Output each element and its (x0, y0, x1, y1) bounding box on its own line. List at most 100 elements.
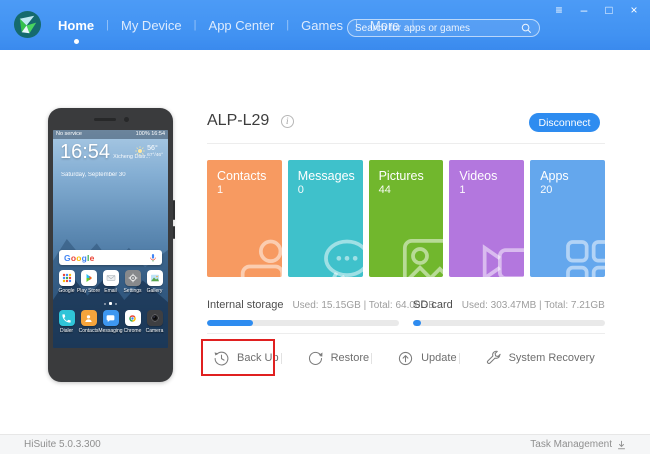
card-label: Videos (459, 169, 514, 183)
search-icon[interactable] (521, 23, 532, 34)
card-pictures[interactable]: Pictures 44 (369, 160, 444, 277)
google-search-bar[interactable]: Google (59, 250, 162, 265)
phone-speaker (94, 118, 116, 121)
card-label: Pictures (379, 169, 434, 183)
email-icon (105, 272, 117, 284)
search-box (347, 19, 540, 37)
phone-power-button (173, 226, 175, 239)
wrench-icon (485, 350, 502, 367)
internal-storage-fill (207, 320, 253, 326)
apps-card-icon (561, 235, 605, 277)
app-label: Contacts (79, 328, 99, 334)
app-label: Dialer (60, 328, 73, 334)
storage-label: Internal storage (207, 299, 283, 311)
data-category-cards: Contacts 1 Messages 0 Pictures 44 Videos… (207, 160, 605, 277)
app-contacts[interactable]: Contacts (78, 310, 99, 334)
action-bar: Back Up Restore Update System Recovery (207, 344, 605, 372)
nav-my-device[interactable]: My Device (119, 18, 184, 33)
restore-icon (307, 350, 324, 367)
phone-screen: No service 100% 16:54 16:54 Xicheng Dist… (53, 130, 168, 348)
action-label: Back Up (237, 352, 279, 364)
app-camera[interactable]: Camera (144, 310, 165, 334)
app-label: Camera (146, 328, 164, 334)
sd-card-bar (413, 320, 605, 326)
info-icon[interactable]: i (281, 115, 294, 128)
app-label: Messaging (98, 328, 122, 334)
app-chrome[interactable]: Chrome (122, 310, 143, 334)
phone-status-bar: No service 100% 16:54 (53, 130, 168, 139)
system-recovery-button[interactable]: System Recovery (485, 350, 595, 367)
app-label: Google (58, 288, 74, 294)
divider (207, 143, 605, 144)
sd-card-fill (413, 320, 421, 326)
card-count: 1 (217, 184, 272, 196)
restore-button[interactable]: Restore (307, 350, 370, 367)
mic-icon[interactable] (149, 253, 157, 263)
sd-card-storage: SD cardUsed: 303.47MB | Total: 7.21GB (413, 295, 605, 326)
sun-icon (135, 146, 145, 156)
maximize-button[interactable]: □ (603, 3, 615, 17)
app-email[interactable]: Email (100, 270, 121, 294)
window-controls: ≡ – □ × (553, 3, 640, 17)
storage-detail: Used: 303.47MB | Total: 7.21GB (462, 300, 605, 311)
app-google-folder[interactable]: Google (56, 270, 77, 294)
nav-app-center[interactable]: App Center (207, 18, 277, 33)
phone-time: 16:54 (60, 142, 110, 162)
phone-status-right: 100% 16:54 (136, 130, 165, 139)
divider (459, 353, 460, 364)
menu-icon[interactable]: ≡ (553, 3, 565, 17)
app-label: Chrome (124, 328, 142, 334)
app-label: Gallery (147, 288, 163, 294)
nav-separator: | (106, 19, 109, 31)
phone-weather-widget: 56° 67°/46° (135, 145, 163, 158)
hisuite-logo-icon[interactable] (13, 10, 42, 39)
task-management-label: Task Management (530, 439, 612, 450)
nav-games[interactable]: Games (299, 18, 345, 33)
dock-app-row: Dialer Contacts Messaging (56, 310, 165, 334)
google-folder-icon (61, 272, 73, 284)
card-count: 20 (540, 184, 595, 196)
pictures-card-icon (399, 235, 443, 277)
app-gallery[interactable]: Gallery (144, 270, 165, 294)
phone-status-left: No service (56, 130, 82, 139)
search-input[interactable] (355, 23, 521, 34)
card-messages[interactable]: Messages 0 (288, 160, 363, 277)
card-apps[interactable]: Apps 20 (530, 160, 605, 277)
app-play-store[interactable]: Play Store (78, 270, 99, 294)
card-videos[interactable]: Videos 1 (449, 160, 524, 277)
internal-storage: Internal storageUsed: 15.15GB | Total: 6… (207, 295, 399, 326)
nav-separator: | (286, 19, 289, 31)
google-letter: G (64, 253, 71, 263)
backup-button[interactable]: Back Up (213, 350, 279, 367)
card-label: Messages (298, 169, 353, 183)
app-label: Email (104, 288, 117, 294)
action-label: Restore (331, 352, 370, 364)
card-count: 44 (379, 184, 434, 196)
gallery-icon (149, 272, 161, 284)
close-button[interactable]: × (628, 3, 640, 17)
app-dialer[interactable]: Dialer (56, 310, 77, 334)
phone-date: Saturday, September 30 (61, 172, 126, 178)
phone-temperature: 56° (147, 145, 163, 153)
nav-separator: | (194, 19, 197, 31)
task-management-link[interactable]: Task Management (530, 439, 626, 450)
storage-section: Internal storageUsed: 15.15GB | Total: 6… (207, 295, 605, 326)
app-version: HiSuite 5.0.3.300 (24, 439, 101, 450)
device-header: ALP-L29 i Disconnect (207, 112, 605, 136)
messages-card-icon (319, 235, 363, 277)
app-label: Settings (123, 288, 141, 294)
action-label: Update (421, 352, 456, 364)
contacts-card-icon (238, 235, 282, 277)
phone-temp-range: 67°/46° (147, 153, 163, 158)
app-messaging[interactable]: Messaging (100, 310, 121, 334)
minimize-button[interactable]: – (578, 3, 590, 17)
camera-lens-icon (149, 312, 161, 324)
app-label: Play Store (77, 288, 100, 294)
chat-bubble-icon (105, 313, 116, 324)
disconnect-button[interactable]: Disconnect (529, 113, 600, 132)
download-icon (617, 440, 626, 450)
card-contacts[interactable]: Contacts 1 (207, 160, 282, 277)
nav-home[interactable]: Home (56, 18, 96, 33)
app-settings[interactable]: Settings (122, 270, 143, 294)
update-button[interactable]: Update (397, 350, 456, 367)
